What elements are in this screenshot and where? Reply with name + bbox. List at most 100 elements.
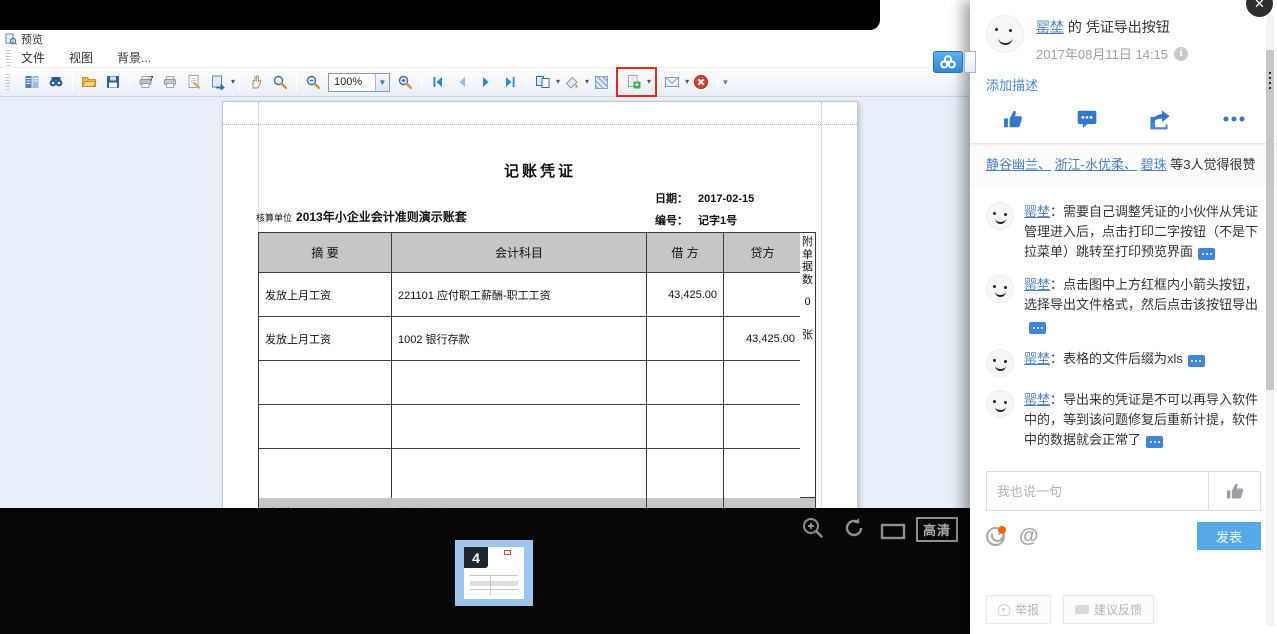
fill-color-caret[interactable]: ▾: [585, 78, 589, 86]
voucher-total-row: 合 计 肆万叁仟肆佰贰拾伍元整 43425.00 43425.00: [258, 498, 816, 508]
commenter-name[interactable]: 罂埜: [1024, 351, 1050, 366]
commenter-avatar[interactable]: [986, 201, 1014, 230]
voucher-row: [258, 448, 802, 499]
total-credit: 43425.00: [724, 498, 815, 509]
feedback-button[interactable]: 建议反馈: [1063, 595, 1155, 624]
save-icon[interactable]: [102, 71, 124, 93]
margin-guide: [223, 124, 857, 125]
print-icon[interactable]: [159, 71, 181, 93]
cell-summary: 发放上月工资: [258, 272, 392, 317]
menu-file[interactable]: 文件: [21, 49, 45, 66]
lightbox-refresh-icon[interactable]: [841, 515, 867, 541]
hd-toggle-button[interactable]: 高清: [916, 517, 959, 542]
action-bar: [970, 96, 1277, 143]
author-avatar[interactable]: [986, 15, 1024, 53]
thumbnail-red-mark: [504, 550, 511, 555]
cell-debit: 43,425.00: [646, 272, 724, 317]
reply-icon[interactable]: [1029, 321, 1046, 334]
zoom-out-icon[interactable]: [302, 71, 324, 93]
comment-icon[interactable]: [1050, 108, 1124, 130]
toolbar-separator: [129, 73, 130, 91]
print-settings-icon[interactable]: 7: [135, 71, 157, 93]
export-page-caret[interactable]: ▾: [231, 78, 235, 86]
cell-summary: [258, 404, 392, 449]
menu-background[interactable]: 背景...: [117, 49, 151, 66]
voucher-unit-label: 核算单位: [256, 213, 293, 223]
author-link[interactable]: 罂埜: [1036, 19, 1064, 35]
title-connector: 的: [1064, 19, 1086, 35]
report-button[interactable]: 举报: [986, 595, 1052, 624]
thumbnail-item-selected[interactable]: 4: [455, 540, 533, 606]
panel-scrollbar[interactable]: [1266, 14, 1274, 626]
print-preview-icon[interactable]: [21, 71, 43, 93]
emoji-icon[interactable]: [986, 525, 1006, 546]
voucher-date-label: 日期：: [655, 193, 688, 205]
export-file-icon[interactable]: [623, 71, 645, 93]
more-icon[interactable]: [1197, 108, 1271, 130]
toolbar-separator: [526, 73, 528, 91]
liker-name[interactable]: 浙江-水优柔、: [1055, 157, 1137, 172]
commenter-avatar[interactable]: [986, 389, 1014, 418]
cell-summary: [258, 448, 392, 499]
comment-item: 罂埜：表格的文件后缀为xls: [986, 348, 1263, 377]
attach-count: 0: [804, 296, 811, 308]
toolbar-grip[interactable]: [5, 74, 10, 90]
close-preview-icon[interactable]: [690, 71, 712, 93]
liker-name[interactable]: 静谷幽兰、: [986, 157, 1051, 172]
zoom-combo-caret-icon[interactable]: ▼: [375, 73, 390, 91]
publish-button[interactable]: 发表: [1197, 522, 1261, 551]
menubar-grip[interactable]: [6, 49, 11, 66]
export-file-caret[interactable]: ▾: [647, 78, 651, 86]
toolbar-separator: [717, 73, 719, 91]
reply-icon[interactable]: [1187, 354, 1205, 367]
commenter-avatar[interactable]: [986, 348, 1014, 377]
mail-icon[interactable]: [661, 71, 683, 93]
lightbox-fullscreen-icon[interactable]: [880, 519, 906, 545]
export-page-icon[interactable]: [207, 71, 229, 93]
cloud-share-button[interactable]: [933, 51, 963, 73]
reply-icon[interactable]: [1146, 435, 1164, 448]
comment-item: 罂埜：点击图中上方红框内小箭头按钮，选择导出文件格式，然后点击该按钮导出: [986, 275, 1263, 335]
share-icon[interactable]: [1124, 108, 1198, 130]
zoom-tool-icon[interactable]: [269, 71, 291, 93]
add-description-link[interactable]: 添加描述: [986, 75, 1261, 94]
toolbar-overflow-caret[interactable]: ▾: [723, 77, 728, 87]
hand-pan-icon[interactable]: [245, 71, 267, 93]
comment-input[interactable]: [987, 472, 1208, 511]
reply-icon[interactable]: [1198, 248, 1216, 261]
page-layout-icon[interactable]: [532, 71, 554, 93]
commenter-name[interactable]: 罂埜: [1024, 277, 1050, 292]
report-badge-icon: [998, 603, 1010, 616]
zoom-level-combo[interactable]: 100% ▼: [328, 72, 391, 92]
attach-unit: 张: [802, 329, 813, 341]
commenter-name[interactable]: 罂埜: [1024, 392, 1050, 407]
mail-caret[interactable]: ▾: [685, 78, 689, 86]
nav-last-page-icon[interactable]: [499, 71, 521, 93]
nav-prev-page-icon[interactable]: [451, 71, 473, 93]
nav-next-page-icon[interactable]: [475, 71, 497, 93]
nav-first-page-icon[interactable]: [427, 71, 449, 93]
cell-summary: 发放上月工资: [258, 316, 392, 361]
open-file-icon[interactable]: [78, 71, 100, 93]
preview-window: 预览 文件 视图 背景... 7 ▾ 100% ▼ ▾ ▾ ▾ ▾ ▾ 记账凭证…: [0, 30, 970, 508]
toolbar-separator: [421, 73, 423, 91]
zoom-in-icon[interactable]: [394, 71, 416, 93]
partially-hidden-button[interactable]: [964, 51, 976, 73]
watermark-icon[interactable]: [590, 71, 612, 93]
fill-color-icon[interactable]: [561, 71, 583, 93]
report-label: 举报: [1015, 603, 1040, 617]
find-icon[interactable]: [45, 71, 67, 93]
like-icon[interactable]: [976, 108, 1050, 130]
document-viewport[interactable]: 记账凭证 日期： 2017-02-15 核算单位 2013年小企业会计准则演示账套 …: [0, 97, 970, 508]
commenter-name[interactable]: 罂埜: [1024, 204, 1050, 219]
panel-scrollbar-thumb[interactable]: [1266, 50, 1274, 390]
page-layout-caret[interactable]: ▾: [556, 78, 560, 86]
page-setup-icon[interactable]: [183, 71, 205, 93]
mention-icon[interactable]: @: [1019, 526, 1039, 546]
commenter-avatar[interactable]: [986, 275, 1014, 304]
info-icon[interactable]: i: [1174, 46, 1189, 61]
liker-name[interactable]: 碧珠: [1141, 157, 1167, 172]
lightbox-zoom-in-icon[interactable]: [800, 515, 826, 541]
quick-like-button[interactable]: [1208, 472, 1260, 511]
menu-view[interactable]: 视图: [69, 49, 93, 66]
